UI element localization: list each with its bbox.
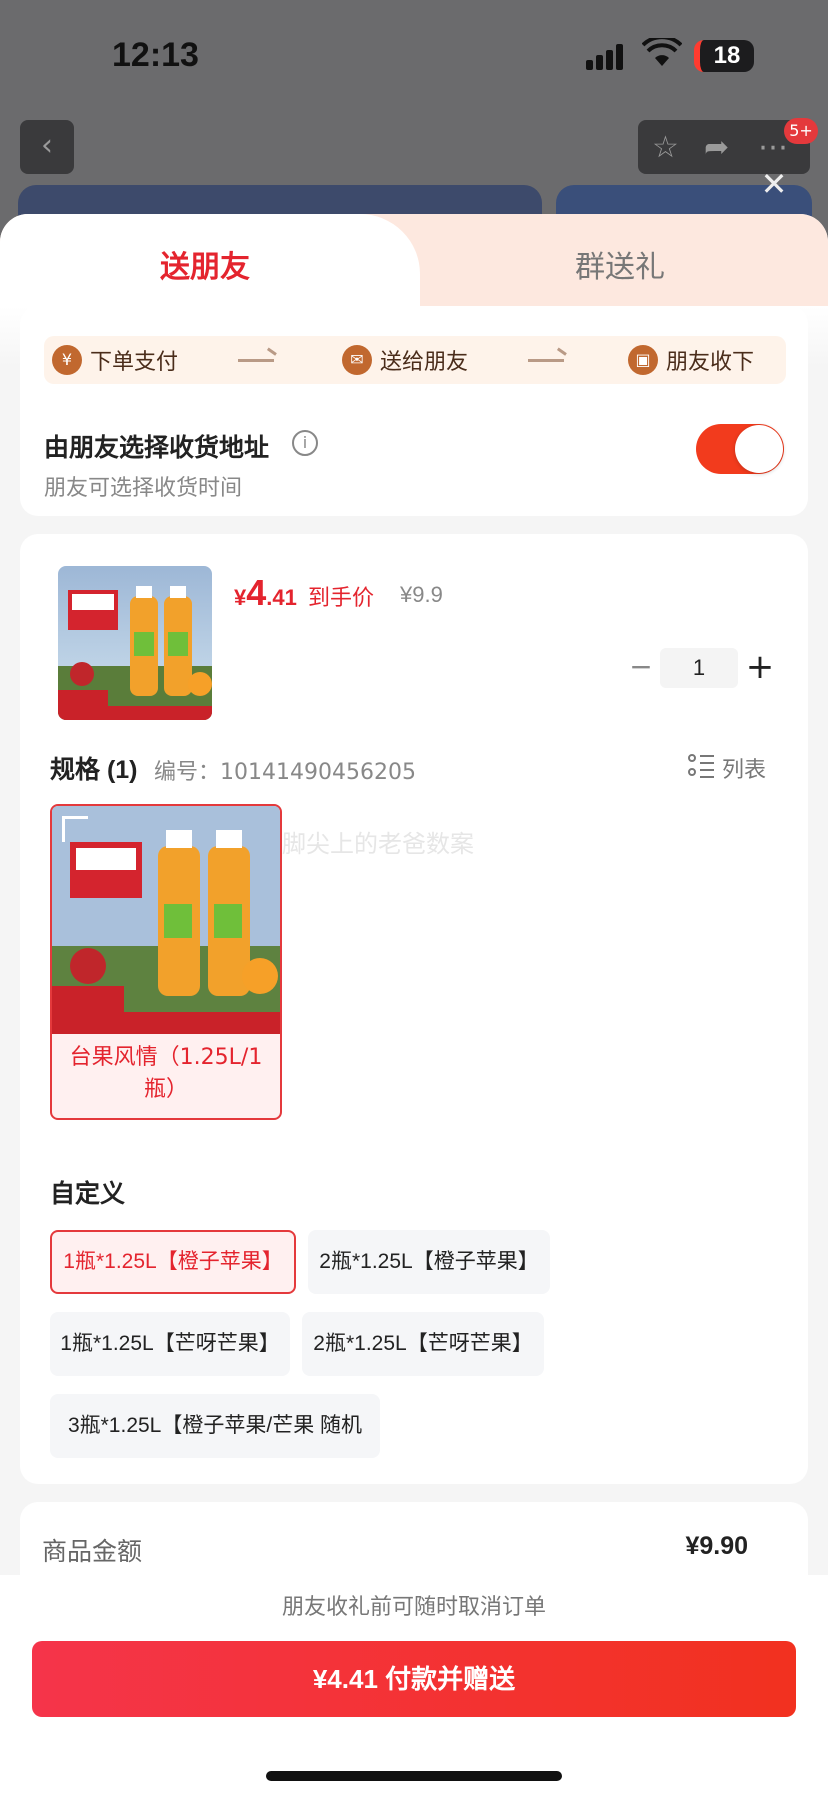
- expand-icon[interactable]: [62, 816, 88, 842]
- spec-title: 规格 (1): [50, 756, 138, 784]
- spec-image: [52, 806, 280, 1034]
- spec-option[interactable]: 台果风情（1.25L/1瓶）: [50, 804, 282, 1120]
- original-price: ¥9.9: [400, 582, 443, 607]
- address-title: 由朋友选择收货地址: [44, 434, 270, 462]
- address-subtitle: 朋友可选择收货时间: [44, 476, 243, 501]
- back-button[interactable]: ‹: [20, 120, 74, 174]
- spec-code: 编号：10141490456205: [154, 760, 416, 785]
- step-receive: ▣ 朋友收下: [628, 344, 754, 376]
- cancel-note: 朋友收礼前可随时取消订单: [281, 1595, 546, 1620]
- product-card: ¥4.41 到手价 ¥9.9 − 1 + 规格 (1) 编号：101414904…: [20, 534, 808, 1484]
- custom-option[interactable]: 2瓶*1.25L【芒呀芒果】: [302, 1312, 544, 1376]
- battery-indicator: 18: [694, 40, 754, 72]
- custom-option[interactable]: 1瓶*1.25L【橙子苹果】: [50, 1230, 296, 1294]
- signal-icon: [586, 44, 628, 70]
- step-label: 送给朋友: [380, 350, 469, 375]
- quantity-increase-button[interactable]: +: [742, 650, 778, 686]
- amount-value: ¥9.90: [685, 1532, 748, 1560]
- status-bar: 12:13 18: [0, 0, 828, 100]
- wechat-icon: ✉: [342, 345, 372, 375]
- amount-label: 商品金额: [42, 1537, 143, 1566]
- watermark: 脚尖上的老爸数案: [282, 830, 474, 858]
- price-tag: 到手价: [308, 586, 375, 611]
- arrow-icon: [238, 350, 278, 370]
- step-pay: ¥ 下单支付: [52, 344, 178, 376]
- spec-option-label: 台果风情（1.25L/1瓶）: [69, 1045, 263, 1102]
- tab-group-gift[interactable]: 群送礼: [575, 242, 665, 286]
- gift-icon: ▣: [628, 345, 658, 375]
- quantity-decrease-button[interactable]: −: [626, 652, 656, 682]
- step-label: 下单支付: [90, 350, 179, 375]
- custom-option[interactable]: 2瓶*1.25L【橙子苹果】: [308, 1230, 550, 1294]
- close-icon[interactable]: ✕: [758, 168, 790, 200]
- status-time: 12:13: [112, 36, 199, 74]
- star-icon[interactable]: ☆: [652, 130, 679, 165]
- share-icon[interactable]: ➦: [704, 130, 729, 165]
- info-icon[interactable]: i: [292, 430, 318, 456]
- quantity-input[interactable]: 1: [660, 648, 738, 688]
- yen-icon: ¥: [52, 345, 82, 375]
- address-toggle[interactable]: [696, 424, 784, 474]
- custom-option[interactable]: 1瓶*1.25L【芒呀芒果】: [50, 1312, 290, 1376]
- message-badge: 5+: [784, 118, 818, 144]
- gift-flow-card: ¥ 下单支付 ✉ 送给朋友 ▣ 朋友收下 由朋友选择收货地址 i 朋友可选择收货…: [20, 306, 808, 516]
- step-send: ✉ 送给朋友: [342, 344, 468, 376]
- background-page: 12:13 18 ‹ ☆ ➦ ⋯ 5+: [0, 0, 828, 245]
- discount-price: ¥4.41: [234, 572, 297, 613]
- list-view-label[interactable]: 列表: [722, 752, 766, 784]
- wifi-icon: [641, 35, 683, 68]
- product-image[interactable]: [58, 566, 212, 720]
- custom-title: 自定义: [50, 1180, 126, 1208]
- list-view-icon[interactable]: [688, 752, 716, 780]
- arrow-icon: [528, 350, 568, 370]
- home-indicator: [266, 1771, 562, 1781]
- tab-send-friend-label: 送朋友: [160, 251, 250, 284]
- more-icon[interactable]: ⋯: [758, 130, 788, 165]
- custom-option[interactable]: 3瓶*1.25L【橙子苹果/芒果 随机: [50, 1394, 380, 1458]
- step-label: 朋友收下: [666, 350, 755, 375]
- bottom-bar: 朋友收礼前可随时取消订单 ¥4.41 付款并赠送: [0, 1575, 828, 1795]
- gift-sheet: 送朋友 群送礼 ¥ 下单支付 ✉ 送给朋友 ▣ 朋友收下 由朋友选择收货地址 i…: [0, 214, 828, 1795]
- tab-bar: 送朋友 群送礼: [0, 214, 828, 306]
- pay-and-gift-button[interactable]: ¥4.41 付款并赠送: [32, 1641, 796, 1717]
- gift-steps: ¥ 下单支付 ✉ 送给朋友 ▣ 朋友收下: [44, 336, 786, 384]
- tab-send-friend[interactable]: 送朋友: [0, 214, 420, 306]
